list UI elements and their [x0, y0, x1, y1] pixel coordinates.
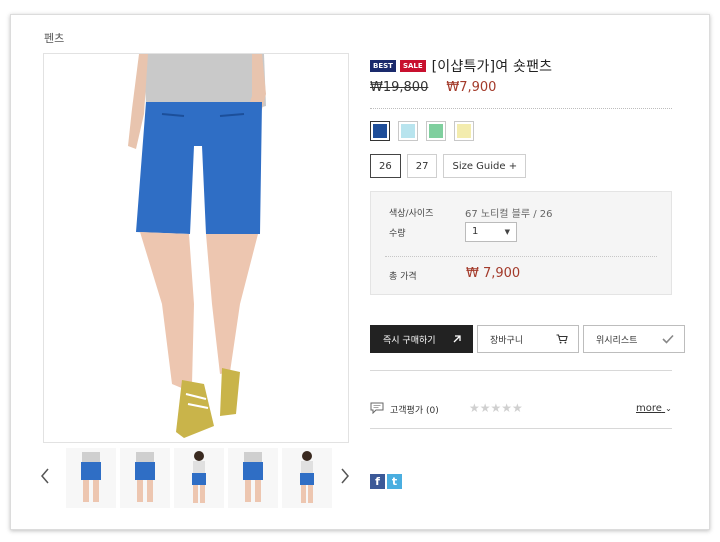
total-price-label: 총 가격 — [389, 272, 417, 282]
wishlist-button[interactable]: 위시리스트 — [583, 325, 685, 353]
divider — [370, 428, 672, 429]
rating-stars: ★★★★★ — [469, 401, 523, 415]
product-main-image[interactable] — [43, 53, 349, 443]
speech-bubble-icon — [370, 402, 384, 414]
customer-reviews-row: 고객평가 (0) ★★★★★ more ⌄ — [370, 400, 672, 418]
thumbnail-strip — [36, 446, 358, 510]
action-buttons: 즉시 구매하기 장바구니 위시리스트 — [370, 325, 685, 353]
thumbnail-2[interactable] — [120, 448, 170, 508]
chevron-left-icon[interactable] — [38, 466, 52, 486]
sale-badge: SALE — [399, 60, 426, 72]
color-swatches — [370, 121, 474, 141]
color-swatch-navy-blue[interactable] — [370, 121, 390, 141]
option-divider — [385, 256, 657, 257]
facebook-glyph: f — [375, 475, 380, 488]
wishlist-label: 위시리스트 — [596, 335, 638, 346]
original-price: ₩19,800 — [370, 80, 429, 95]
quantity-label: 수량 — [389, 229, 406, 239]
chevron-down-icon: ⌄ — [665, 404, 672, 413]
color-swatch-light-sky[interactable] — [398, 121, 418, 141]
facebook-icon[interactable]: f — [370, 474, 385, 489]
breadcrumb[interactable]: 펜츠 — [44, 30, 64, 46]
chevron-right-icon[interactable] — [338, 466, 352, 486]
more-reviews-link[interactable]: more ⌄ — [636, 403, 672, 414]
cart-label: 장바구니 — [490, 335, 524, 346]
share-buttons: f t — [370, 474, 402, 489]
selected-option-box: 색상/사이즈 67 노티컬 블루 / 26 수량 1 ▼ 총 가격 ₩ 7,90… — [370, 191, 672, 295]
cart-icon — [556, 334, 568, 344]
twitter-glyph: t — [391, 475, 398, 488]
thumbnail-3[interactable] — [174, 448, 224, 508]
twitter-icon[interactable]: t — [387, 474, 402, 489]
quantity-value: 1 — [472, 226, 479, 237]
color-size-value: 67 노티컬 블루 / 26 — [465, 209, 553, 220]
color-size-label: 색상/사이즈 — [389, 209, 434, 219]
best-badge: BEST — [370, 60, 396, 72]
color-swatch-pale-yellow[interactable] — [454, 121, 474, 141]
size-button-27[interactable]: 27 — [406, 154, 438, 178]
size-guide-button[interactable]: Size Guide + — [443, 154, 527, 178]
size-button-26[interactable]: 26 — [370, 154, 401, 178]
thumbnail-4[interactable] — [228, 448, 278, 508]
divider — [370, 108, 672, 109]
thumbnail-5[interactable] — [282, 448, 332, 508]
product-name: [이샵특가]여 숏팬츠 — [431, 59, 553, 75]
checkmark-icon — [662, 334, 674, 344]
thumbnail-1[interactable] — [66, 448, 116, 508]
customer-reviews-label: 고객평가 (0) — [390, 406, 439, 416]
more-label: more — [636, 403, 662, 414]
size-options: 26 27 Size Guide + — [370, 154, 527, 178]
product-title-row: BEST SALE [이샵특가]여 숏팬츠 — [370, 56, 552, 76]
buy-now-label: 즉시 구매하기 — [383, 335, 436, 346]
divider — [370, 370, 672, 371]
total-price-value: ₩ 7,900 — [466, 266, 521, 281]
arrow-up-right-icon — [453, 335, 461, 343]
add-to-cart-button[interactable]: 장바구니 — [477, 325, 579, 353]
sale-price: ₩7,900 — [446, 80, 497, 95]
buy-now-button[interactable]: 즉시 구매하기 — [370, 325, 473, 353]
price-row: ₩19,800 ₩7,900 — [370, 80, 496, 95]
product-photo-illustration — [44, 54, 348, 442]
color-swatch-mint-green[interactable] — [426, 121, 446, 141]
quantity-select[interactable]: 1 ▼ — [465, 222, 517, 242]
caret-down-icon: ▼ — [504, 228, 510, 236]
